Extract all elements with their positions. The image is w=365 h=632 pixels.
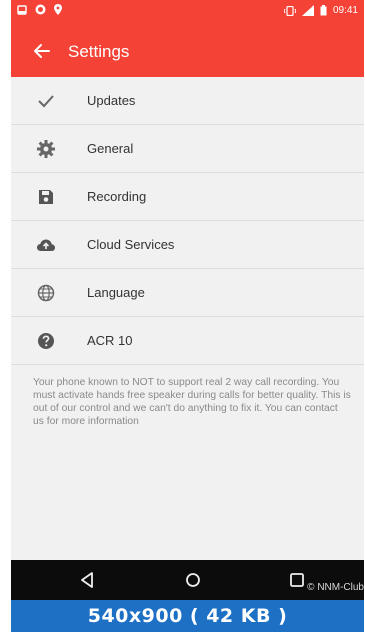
cloud-upload-icon: [37, 239, 55, 251]
status-bar: 09:41: [11, 0, 364, 26]
page-title: Settings: [68, 42, 130, 61]
navigation-bar: © NNM-Club: [11, 560, 364, 600]
globe-icon: [37, 284, 55, 302]
settings-item-updates[interactable]: Updates: [11, 77, 364, 125]
back-arrow-icon[interactable]: [29, 38, 55, 64]
left-margin: [0, 0, 11, 600]
settings-item-language[interactable]: Language: [11, 269, 364, 317]
back-triangle-icon[interactable]: [77, 569, 99, 591]
phone-screen: 09:41 Settings Updates General Recording…: [11, 0, 364, 600]
image-size-caption: 540x900 ( 42 KB ): [11, 600, 364, 632]
app-bar: Settings: [11, 26, 364, 77]
settings-item-label: ACR 10: [87, 333, 133, 348]
settings-item-general[interactable]: General: [11, 125, 364, 173]
save-icon: [39, 190, 53, 204]
help-icon: [38, 333, 54, 349]
gear-icon: [37, 140, 55, 158]
watermark: © NNM-Club: [307, 582, 364, 593]
settings-item-acr[interactable]: ACR 10: [11, 317, 364, 365]
battery-icon: [320, 5, 327, 16]
settings-item-label: Updates: [87, 93, 136, 108]
settings-item-recording[interactable]: Recording: [11, 173, 364, 221]
settings-item-cloud-services[interactable]: Cloud Services: [11, 221, 364, 269]
whatsapp-icon: [35, 4, 46, 15]
signal-icon: [301, 5, 314, 16]
settings-item-label: Recording: [87, 189, 147, 204]
home-circle-icon[interactable]: [182, 569, 204, 591]
settings-list: Updates General Recording Cloud Services…: [11, 77, 364, 365]
notification-icon: [17, 4, 27, 15]
recents-square-icon[interactable]: [286, 569, 308, 591]
status-time: 09:41: [332, 5, 358, 16]
location-pin-icon: [54, 4, 62, 15]
vibrate-icon: [283, 5, 296, 16]
settings-item-label: Language: [87, 285, 145, 300]
check-icon: [38, 95, 54, 108]
settings-item-label: Cloud Services: [87, 237, 175, 252]
device-support-note: Your phone known to NOT to support real …: [33, 377, 351, 427]
settings-item-label: General: [87, 141, 134, 156]
